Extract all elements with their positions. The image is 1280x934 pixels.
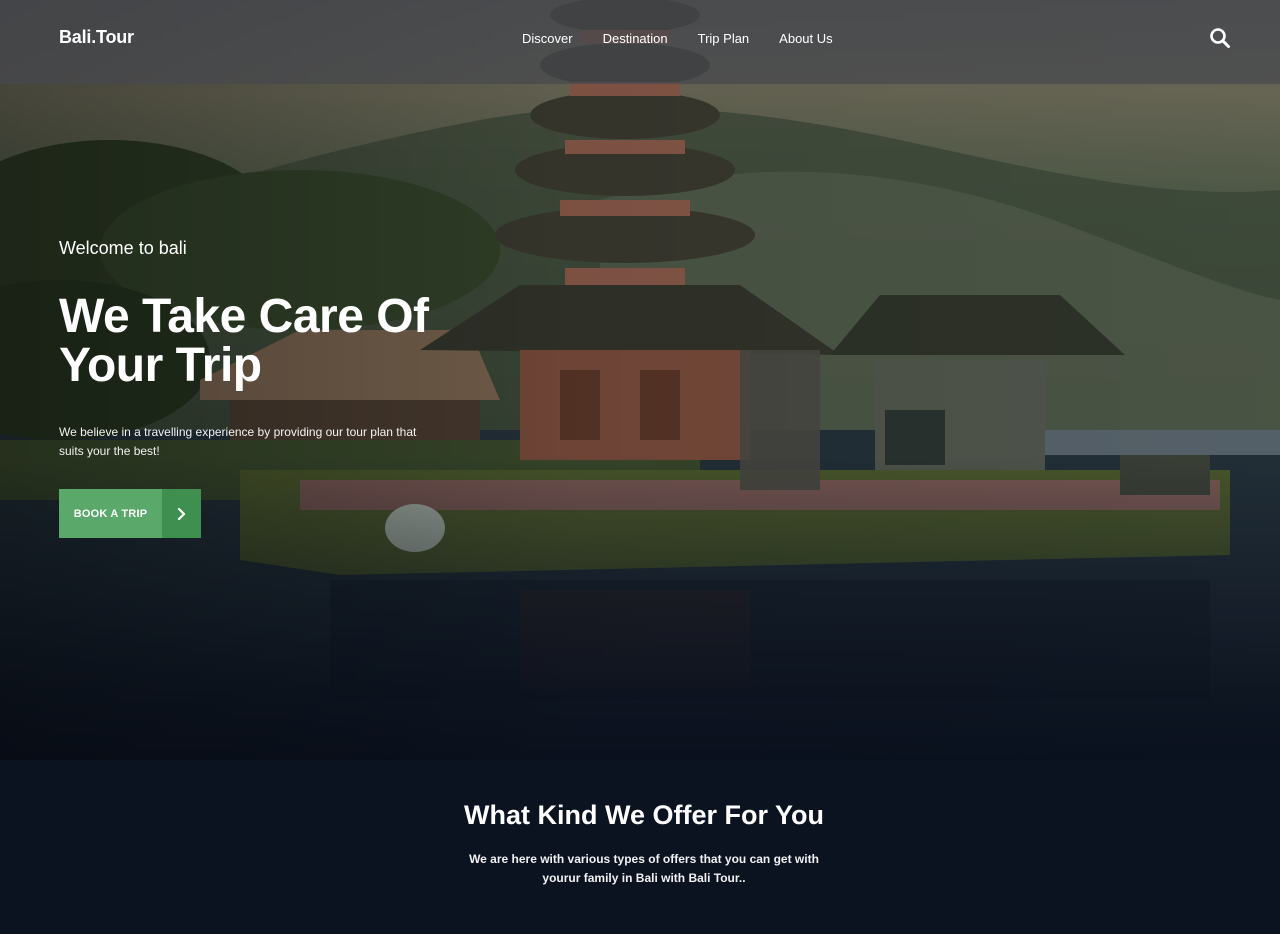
chevron-right-icon bbox=[177, 507, 185, 520]
hero-headline: We Take Care Of Your Trip bbox=[59, 290, 429, 392]
book-trip-label: BOOK A TRIP bbox=[59, 489, 162, 538]
search-button[interactable] bbox=[1209, 27, 1231, 49]
top-navbar: Bali.Tour Discover Destination Trip Plan… bbox=[0, 0, 1280, 84]
brand-logo[interactable]: Bali.Tour bbox=[59, 27, 134, 48]
cta-arrow bbox=[162, 489, 201, 538]
nav-about-us[interactable]: About Us bbox=[779, 31, 832, 46]
hero-subtext: We believe in a travelling experience by… bbox=[59, 425, 417, 458]
offer-description: We are here with various types of offers… bbox=[469, 852, 819, 885]
nav-destination[interactable]: Destination bbox=[603, 31, 668, 46]
book-trip-button[interactable]: BOOK A TRIP bbox=[59, 489, 201, 538]
nav-discover[interactable]: Discover bbox=[522, 31, 573, 46]
main-nav: Discover Destination Trip Plan About Us bbox=[522, 31, 833, 46]
offer-title: What Kind We Offer For You bbox=[464, 800, 824, 830]
search-icon bbox=[1210, 28, 1230, 48]
nav-trip-plan[interactable]: Trip Plan bbox=[698, 31, 750, 46]
hero-welcome: Welcome to bali bbox=[59, 238, 187, 258]
